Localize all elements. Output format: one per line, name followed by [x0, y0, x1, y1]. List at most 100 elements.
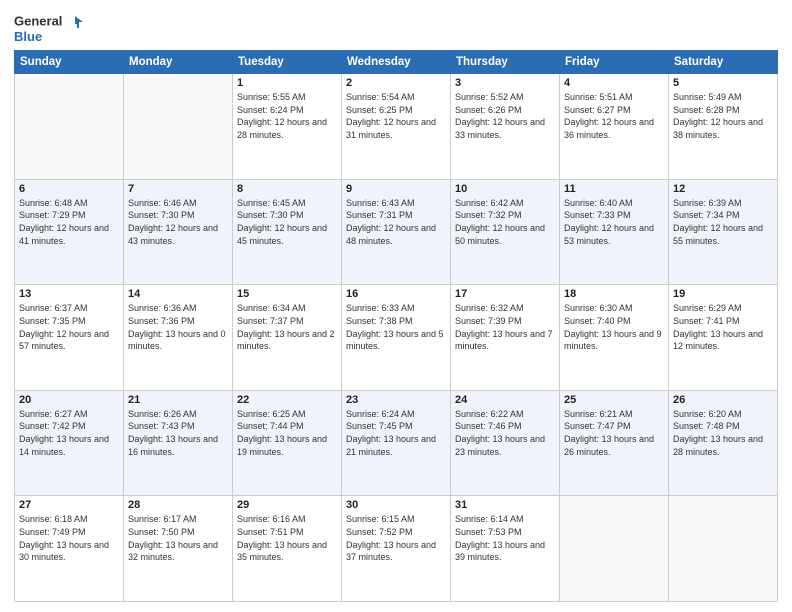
day-info: Sunrise: 6:40 AM Sunset: 7:33 PM Dayligh… [564, 197, 664, 247]
calendar-cell: 24Sunrise: 6:22 AM Sunset: 7:46 PM Dayli… [451, 390, 560, 496]
day-info: Sunrise: 6:29 AM Sunset: 7:41 PM Dayligh… [673, 302, 773, 352]
logo-blue: Blue [14, 30, 83, 44]
day-number: 3 [455, 77, 555, 89]
day-number: 12 [673, 183, 773, 195]
calendar-cell [560, 496, 669, 602]
calendar-cell: 6Sunrise: 6:48 AM Sunset: 7:29 PM Daylig… [15, 179, 124, 285]
day-number: 1 [237, 77, 337, 89]
week-row-2: 6Sunrise: 6:48 AM Sunset: 7:29 PM Daylig… [15, 179, 778, 285]
calendar-cell: 29 Sunrise: 6:16 AM Sunset: 7:51 PM Dayli… [233, 496, 342, 602]
calendar-cell: 8 Sunrise: 6:45 AM Sunset: 7:30 PM Daylig… [233, 179, 342, 285]
week-row-5: 27 Sunrise: 6:18 AM Sunset: 7:49 PM Dayli… [15, 496, 778, 602]
week-row-3: 13Sunrise: 6:37 AM Sunset: 7:35 PM Dayli… [15, 285, 778, 391]
day-number: 10 [455, 183, 555, 195]
day-info: Sunrise: 6:15 AM Sunset: 7:52 PM Dayligh… [346, 513, 446, 563]
calendar-cell: 11 Sunrise: 6:40 AM Sunset: 7:33 PM Dayli… [560, 179, 669, 285]
day-info: Sunrise: 6:18 AM Sunset: 7:49 PM Dayligh… [19, 513, 119, 563]
day-info: Sunrise: 6:36 AM Sunset: 7:36 PM Dayligh… [128, 302, 228, 352]
page: General Blue SundayMondayTuesdayWednesda… [0, 0, 792, 612]
calendar-cell: 31Sunrise: 6:14 AM Sunset: 7:53 PM Dayli… [451, 496, 560, 602]
day-number: 16 [346, 288, 446, 300]
calendar-cell: 9 Sunrise: 6:43 AM Sunset: 7:31 PM Daylig… [342, 179, 451, 285]
weekday-header-row: SundayMondayTuesdayWednesdayThursdayFrid… [15, 51, 778, 74]
day-number: 4 [564, 77, 664, 89]
day-info: Sunrise: 5:52 AM Sunset: 6:26 PM Dayligh… [455, 91, 555, 141]
calendar-cell: 18 Sunrise: 6:30 AM Sunset: 7:40 PM Dayli… [560, 285, 669, 391]
day-number: 18 [564, 288, 664, 300]
day-number: 14 [128, 288, 228, 300]
day-info: Sunrise: 6:33 AM Sunset: 7:38 PM Dayligh… [346, 302, 446, 352]
header: General Blue [14, 10, 778, 44]
day-number: 9 [346, 183, 446, 195]
calendar-cell: 1 Sunrise: 5:55 AM Sunset: 6:24 PM Daylig… [233, 74, 342, 180]
day-info: Sunrise: 6:43 AM Sunset: 7:31 PM Dayligh… [346, 197, 446, 247]
logo-bird-icon [67, 14, 83, 30]
day-info: Sunrise: 5:55 AM Sunset: 6:24 PM Dayligh… [237, 91, 337, 141]
calendar-cell [124, 74, 233, 180]
calendar-cell: 7Sunrise: 6:46 AM Sunset: 7:30 PM Daylig… [124, 179, 233, 285]
day-info: Sunrise: 6:20 AM Sunset: 7:48 PM Dayligh… [673, 408, 773, 458]
day-info: Sunrise: 6:24 AM Sunset: 7:45 PM Dayligh… [346, 408, 446, 458]
day-number: 19 [673, 288, 773, 300]
weekday-header-saturday: Saturday [669, 51, 778, 74]
day-number: 23 [346, 394, 446, 406]
day-info: Sunrise: 5:49 AM Sunset: 6:28 PM Dayligh… [673, 91, 773, 141]
day-info: Sunrise: 6:27 AM Sunset: 7:42 PM Dayligh… [19, 408, 119, 458]
day-number: 24 [455, 394, 555, 406]
day-info: Sunrise: 6:39 AM Sunset: 7:34 PM Dayligh… [673, 197, 773, 247]
day-info: Sunrise: 5:51 AM Sunset: 6:27 PM Dayligh… [564, 91, 664, 141]
weekday-header-monday: Monday [124, 51, 233, 74]
day-number: 25 [564, 394, 664, 406]
calendar-cell: 28 Sunrise: 6:17 AM Sunset: 7:50 PM Dayli… [124, 496, 233, 602]
logo-text: General Blue [14, 14, 83, 44]
day-info: Sunrise: 6:16 AM Sunset: 7:51 PM Dayligh… [237, 513, 337, 563]
day-number: 21 [128, 394, 228, 406]
calendar-cell: 5 Sunrise: 5:49 AM Sunset: 6:28 PM Daylig… [669, 74, 778, 180]
day-number: 17 [455, 288, 555, 300]
day-info: Sunrise: 6:37 AM Sunset: 7:35 PM Dayligh… [19, 302, 119, 352]
calendar-cell: 19 Sunrise: 6:29 AM Sunset: 7:41 PM Dayli… [669, 285, 778, 391]
day-info: Sunrise: 6:21 AM Sunset: 7:47 PM Dayligh… [564, 408, 664, 458]
week-row-1: 1 Sunrise: 5:55 AM Sunset: 6:24 PM Daylig… [15, 74, 778, 180]
calendar-cell: 12 Sunrise: 6:39 AM Sunset: 7:34 PM Dayli… [669, 179, 778, 285]
day-number: 27 [19, 499, 119, 511]
day-info: Sunrise: 5:54 AM Sunset: 6:25 PM Dayligh… [346, 91, 446, 141]
calendar-cell: 3 Sunrise: 5:52 AM Sunset: 6:26 PM Daylig… [451, 74, 560, 180]
weekday-header-tuesday: Tuesday [233, 51, 342, 74]
calendar-table: SundayMondayTuesdayWednesdayThursdayFrid… [14, 50, 778, 602]
day-info: Sunrise: 6:32 AM Sunset: 7:39 PM Dayligh… [455, 302, 555, 352]
day-number: 31 [455, 499, 555, 511]
calendar-cell: 22Sunrise: 6:25 AM Sunset: 7:44 PM Dayli… [233, 390, 342, 496]
calendar-cell: 27 Sunrise: 6:18 AM Sunset: 7:49 PM Dayli… [15, 496, 124, 602]
calendar-cell: 17 Sunrise: 6:32 AM Sunset: 7:39 PM Dayli… [451, 285, 560, 391]
day-number: 29 [237, 499, 337, 511]
weekday-header-thursday: Thursday [451, 51, 560, 74]
day-info: Sunrise: 6:26 AM Sunset: 7:43 PM Dayligh… [128, 408, 228, 458]
calendar-cell: 4 Sunrise: 5:51 AM Sunset: 6:27 PM Daylig… [560, 74, 669, 180]
weekday-header-friday: Friday [560, 51, 669, 74]
calendar-cell: 13Sunrise: 6:37 AM Sunset: 7:35 PM Dayli… [15, 285, 124, 391]
calendar-cell: 14 Sunrise: 6:36 AM Sunset: 7:36 PM Dayli… [124, 285, 233, 391]
day-info: Sunrise: 6:46 AM Sunset: 7:30 PM Dayligh… [128, 197, 228, 247]
day-number: 22 [237, 394, 337, 406]
calendar-cell [15, 74, 124, 180]
day-info: Sunrise: 6:30 AM Sunset: 7:40 PM Dayligh… [564, 302, 664, 352]
calendar-cell: 25 Sunrise: 6:21 AM Sunset: 7:47 PM Dayli… [560, 390, 669, 496]
day-info: Sunrise: 6:48 AM Sunset: 7:29 PM Dayligh… [19, 197, 119, 247]
day-number: 28 [128, 499, 228, 511]
calendar-cell: 20Sunrise: 6:27 AM Sunset: 7:42 PM Dayli… [15, 390, 124, 496]
day-number: 8 [237, 183, 337, 195]
calendar-cell [669, 496, 778, 602]
day-info: Sunrise: 6:45 AM Sunset: 7:30 PM Dayligh… [237, 197, 337, 247]
weekday-header-sunday: Sunday [15, 51, 124, 74]
calendar-cell: 15Sunrise: 6:34 AM Sunset: 7:37 PM Dayli… [233, 285, 342, 391]
day-number: 26 [673, 394, 773, 406]
day-info: Sunrise: 6:17 AM Sunset: 7:50 PM Dayligh… [128, 513, 228, 563]
day-number: 11 [564, 183, 664, 195]
day-number: 30 [346, 499, 446, 511]
weekday-header-wednesday: Wednesday [342, 51, 451, 74]
day-number: 5 [673, 77, 773, 89]
calendar-cell: 2Sunrise: 5:54 AM Sunset: 6:25 PM Daylig… [342, 74, 451, 180]
logo: General Blue [14, 14, 83, 44]
calendar-cell: 23 Sunrise: 6:24 AM Sunset: 7:45 PM Dayli… [342, 390, 451, 496]
